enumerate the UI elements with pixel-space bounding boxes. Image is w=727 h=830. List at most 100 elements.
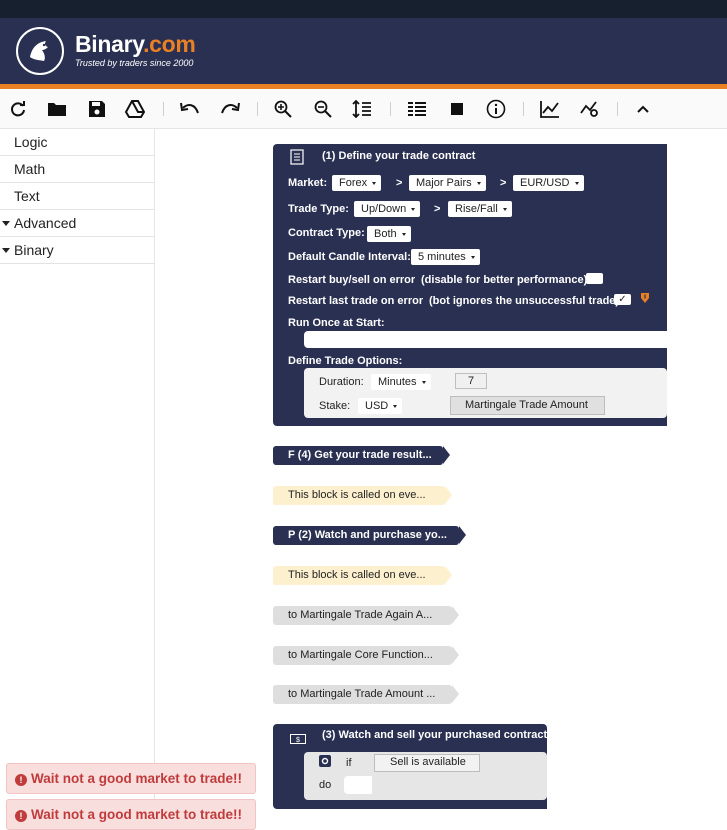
open-folder-icon[interactable] xyxy=(46,98,68,120)
expand-arrow-icon xyxy=(2,248,10,253)
collapse-icon[interactable] xyxy=(632,98,654,120)
toolbar-divider xyxy=(617,102,618,116)
google-drive-icon[interactable] xyxy=(124,98,146,120)
trade-subtype-dropdown[interactable]: Rise/Fall xyxy=(448,201,512,217)
trade-result-block[interactable]: F (4) Get your trade result... xyxy=(273,446,450,465)
run-once-slot[interactable] xyxy=(304,331,667,348)
block-title: (3) Watch and sell your purchased contra… xyxy=(322,729,548,741)
stake-label: Stake: xyxy=(319,400,351,412)
block-categories-sidebar: Logic Math Text Advanced Binary xyxy=(0,129,155,829)
zoom-out-icon[interactable] xyxy=(312,98,334,120)
toolbar-divider xyxy=(390,102,391,116)
toolbar xyxy=(0,89,727,129)
comment-block[interactable]: This block is called on eve... xyxy=(273,486,452,505)
market-label: Market: xyxy=(288,177,328,189)
separator-glyph: > xyxy=(500,177,507,189)
app-header: Binary.com Trusted by traders since 2000 xyxy=(0,18,727,84)
martingale-function-block[interactable]: to Martingale Trade Again A... xyxy=(273,606,459,625)
top-strip xyxy=(0,0,727,18)
duration-value-input[interactable]: 7 xyxy=(455,373,487,389)
trade-definition-block[interactable]: (1) Define your trade contract Market: F… xyxy=(273,144,667,426)
run-once-label: Run Once at Start: xyxy=(288,317,385,329)
block-title: (1) Define your trade contract xyxy=(322,150,476,162)
block-notch xyxy=(459,526,466,544)
sidebar-item-label: Advanced xyxy=(14,215,77,231)
reset-icon[interactable] xyxy=(7,98,29,120)
define-options-label: Define Trade Options: xyxy=(288,355,403,367)
svg-text:$: $ xyxy=(296,737,300,744)
document-icon xyxy=(290,149,304,165)
restart-last-label: Restart last trade on error xyxy=(288,295,424,307)
toolbar-divider xyxy=(523,102,524,116)
condition-block[interactable]: Sell is available xyxy=(374,754,480,772)
market-dropdown[interactable]: Forex xyxy=(332,175,382,191)
zoom-in-icon[interactable] xyxy=(272,98,294,120)
duration-unit-dropdown[interactable]: Minutes xyxy=(371,374,431,390)
candle-interval-label: Default Candle Interval: xyxy=(288,251,411,263)
restart-buysell-note: (disable for better performance): xyxy=(421,274,591,286)
symbol-dropdown[interactable]: EUR/USD xyxy=(513,175,584,191)
trade-options-block[interactable]: Duration: Minutes 7 Stake: USD Martingal… xyxy=(304,368,667,418)
sidebar-item-label: Binary xyxy=(14,242,54,258)
martingale-function-block[interactable]: to Martingale Core Function... xyxy=(273,646,459,665)
expand-arrow-icon xyxy=(2,221,10,226)
sidebar-item-label: Text xyxy=(14,188,40,204)
brand-name: Binary.com xyxy=(75,31,196,57)
sort-icon[interactable] xyxy=(351,98,373,120)
logo-icon[interactable] xyxy=(16,27,64,75)
stake-currency-dropdown[interactable]: USD xyxy=(358,398,403,414)
sidebar-item-logic[interactable]: Logic xyxy=(0,129,154,156)
redo-icon[interactable] xyxy=(219,98,241,120)
summary-icon[interactable] xyxy=(406,98,428,120)
restart-buysell-label: Restart buy/sell on error xyxy=(288,274,416,286)
duration-label: Duration: xyxy=(319,376,364,388)
warning-icon[interactable] xyxy=(641,293,649,303)
block-label: This block is called on eve... xyxy=(288,569,426,581)
watch-purchase-block[interactable]: P (2) Watch and purchase yo... xyxy=(273,526,466,545)
sidebar-item-label: Math xyxy=(14,161,46,177)
restart-buysell-checkbox[interactable] xyxy=(586,273,603,284)
save-icon[interactable] xyxy=(86,98,108,120)
sidebar-item-advanced[interactable]: Advanced xyxy=(0,210,154,237)
block-notch xyxy=(445,566,452,584)
restart-last-checkbox[interactable]: ✓ xyxy=(614,294,631,305)
sidebar-item-text[interactable]: Text xyxy=(0,183,154,210)
block-notch xyxy=(443,446,450,464)
error-icon: ! xyxy=(15,810,27,822)
separator-glyph: > xyxy=(434,203,441,215)
if-block[interactable]: if Sell is available do xyxy=(304,752,547,800)
sidebar-item-label: Logic xyxy=(14,134,48,150)
sidebar-item-math[interactable]: Math xyxy=(0,156,154,183)
contract-type-dropdown[interactable]: Both xyxy=(367,226,411,242)
stake-value-block[interactable]: Martingale Trade Amount xyxy=(450,396,605,415)
block-label: P (2) Watch and purchase yo... xyxy=(288,529,447,541)
trade-type-label: Trade Type: xyxy=(288,203,349,215)
block-label: to Martingale Trade Again A... xyxy=(288,609,433,621)
undo-icon[interactable] xyxy=(179,98,201,120)
block-label: to Martingale Core Function... xyxy=(288,649,433,661)
block-notch xyxy=(452,606,459,624)
blockly-workspace[interactable]: (1) Define your trade contract Market: F… xyxy=(156,129,727,829)
sell-contract-block[interactable]: $ (3) Watch and sell your purchased cont… xyxy=(273,724,547,809)
contract-type-label: Contract Type: xyxy=(288,227,365,239)
block-notch xyxy=(452,685,459,703)
comment-block[interactable]: This block is called on eve... xyxy=(273,566,452,585)
chart-icon[interactable] xyxy=(539,98,561,120)
martingale-function-block[interactable]: to Martingale Trade Amount ... xyxy=(273,685,459,704)
do-label: do xyxy=(319,779,332,791)
info-icon[interactable] xyxy=(485,98,507,120)
trading-view-icon[interactable] xyxy=(579,98,601,120)
stop-icon[interactable] xyxy=(446,98,468,120)
sidebar-item-binary[interactable]: Binary xyxy=(0,237,154,264)
gear-icon[interactable] xyxy=(319,755,331,767)
block-label: to Martingale Trade Amount ... xyxy=(288,688,436,700)
block-notch xyxy=(452,646,459,664)
brand-tagline: Trusted by traders since 2000 xyxy=(75,58,194,68)
candle-interval-dropdown[interactable]: 5 minutes xyxy=(411,249,480,265)
if-label: if xyxy=(346,757,352,769)
do-slot[interactable] xyxy=(344,776,372,794)
trade-type-dropdown[interactable]: Up/Down xyxy=(354,201,421,217)
submarket-dropdown[interactable]: Major Pairs xyxy=(409,175,486,191)
error-icon: ! xyxy=(15,774,27,786)
money-icon: $ xyxy=(290,734,306,744)
